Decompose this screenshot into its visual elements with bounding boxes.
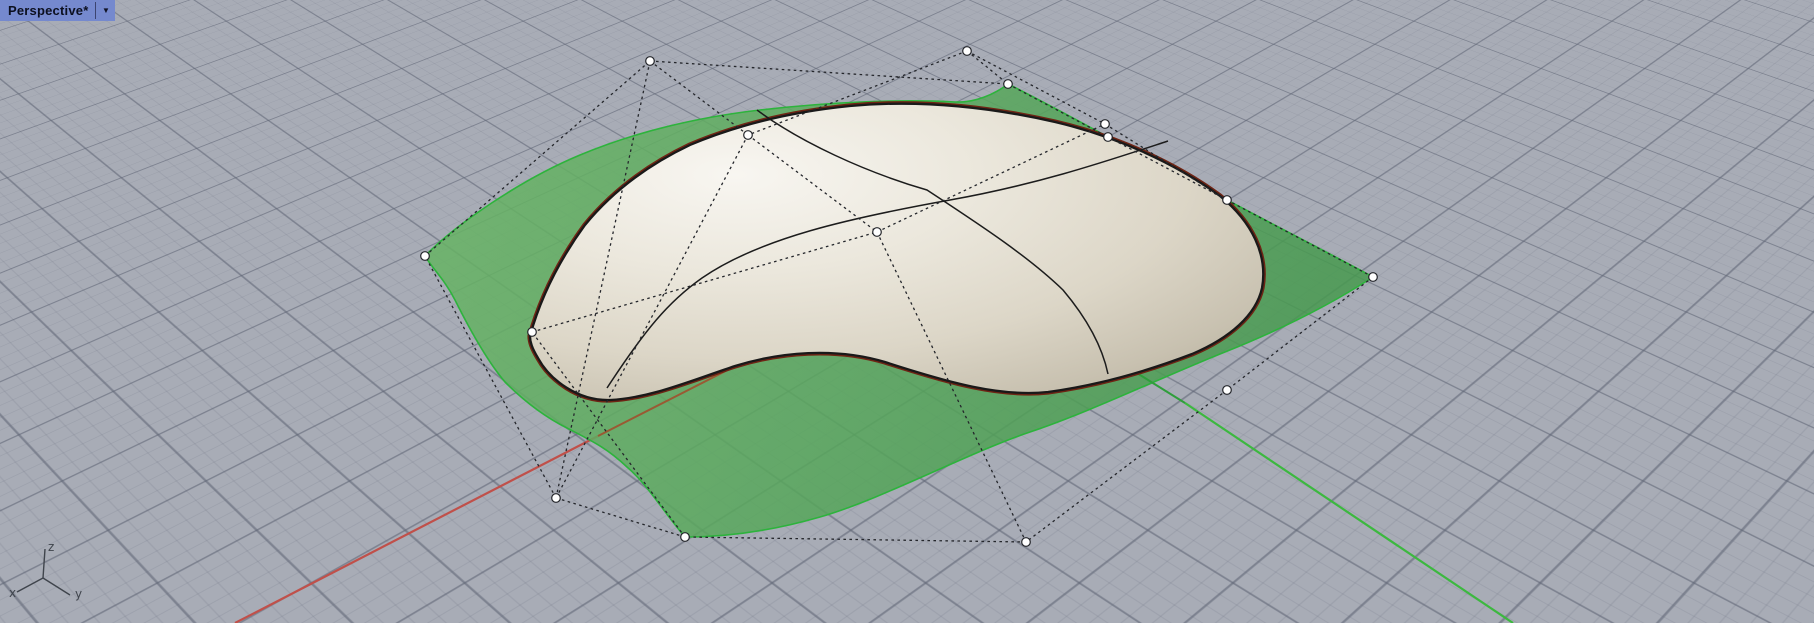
- scene-canvas[interactable]: z x y: [0, 0, 1814, 623]
- axis-gizmo: z x y: [9, 540, 82, 601]
- control-point-handle[interactable]: [962, 46, 972, 56]
- control-polygon-dashed-line: [684, 536, 1027, 543]
- control-point-handle[interactable]: [420, 251, 430, 261]
- control-point-handle[interactable]: [527, 327, 537, 337]
- gizmo-x-axis-line: [16, 577, 44, 593]
- viewport-title[interactable]: Perspective*: [0, 0, 95, 21]
- gizmo-y-label: y: [75, 587, 82, 601]
- control-point-handle[interactable]: [1100, 119, 1110, 129]
- control-point-handle[interactable]: [872, 227, 882, 237]
- gizmo-z-axis-line: [42, 548, 46, 579]
- axis-x-red-line: [234, 435, 599, 623]
- rhino-perspective-viewport: z x y Perspective* ▼: [0, 0, 1814, 623]
- control-point-handle[interactable]: [551, 493, 561, 503]
- control-point-handle[interactable]: [1222, 195, 1232, 205]
- control-polygon-dashed-line: [966, 50, 1009, 85]
- gizmo-x-label: x: [9, 586, 16, 600]
- control-polygon-dashed-line: [649, 60, 1009, 85]
- viewport-menu-chevron-down-icon[interactable]: ▼: [96, 0, 115, 21]
- viewport-title-tab[interactable]: Perspective* ▼: [0, 0, 116, 21]
- gizmo-y-axis-line: [42, 577, 71, 596]
- control-point-handle[interactable]: [680, 532, 690, 542]
- control-point-handle[interactable]: [1368, 272, 1378, 282]
- gizmo-z-label: z: [48, 540, 54, 554]
- control-point-handle[interactable]: [1222, 385, 1232, 395]
- control-point-handle[interactable]: [1103, 132, 1113, 142]
- control-point-handle[interactable]: [645, 56, 655, 66]
- control-point-handle[interactable]: [1003, 79, 1013, 89]
- control-point-handle[interactable]: [1021, 537, 1031, 547]
- control-point-handle[interactable]: [743, 130, 753, 140]
- axis-y-green-line: [1184, 402, 1514, 623]
